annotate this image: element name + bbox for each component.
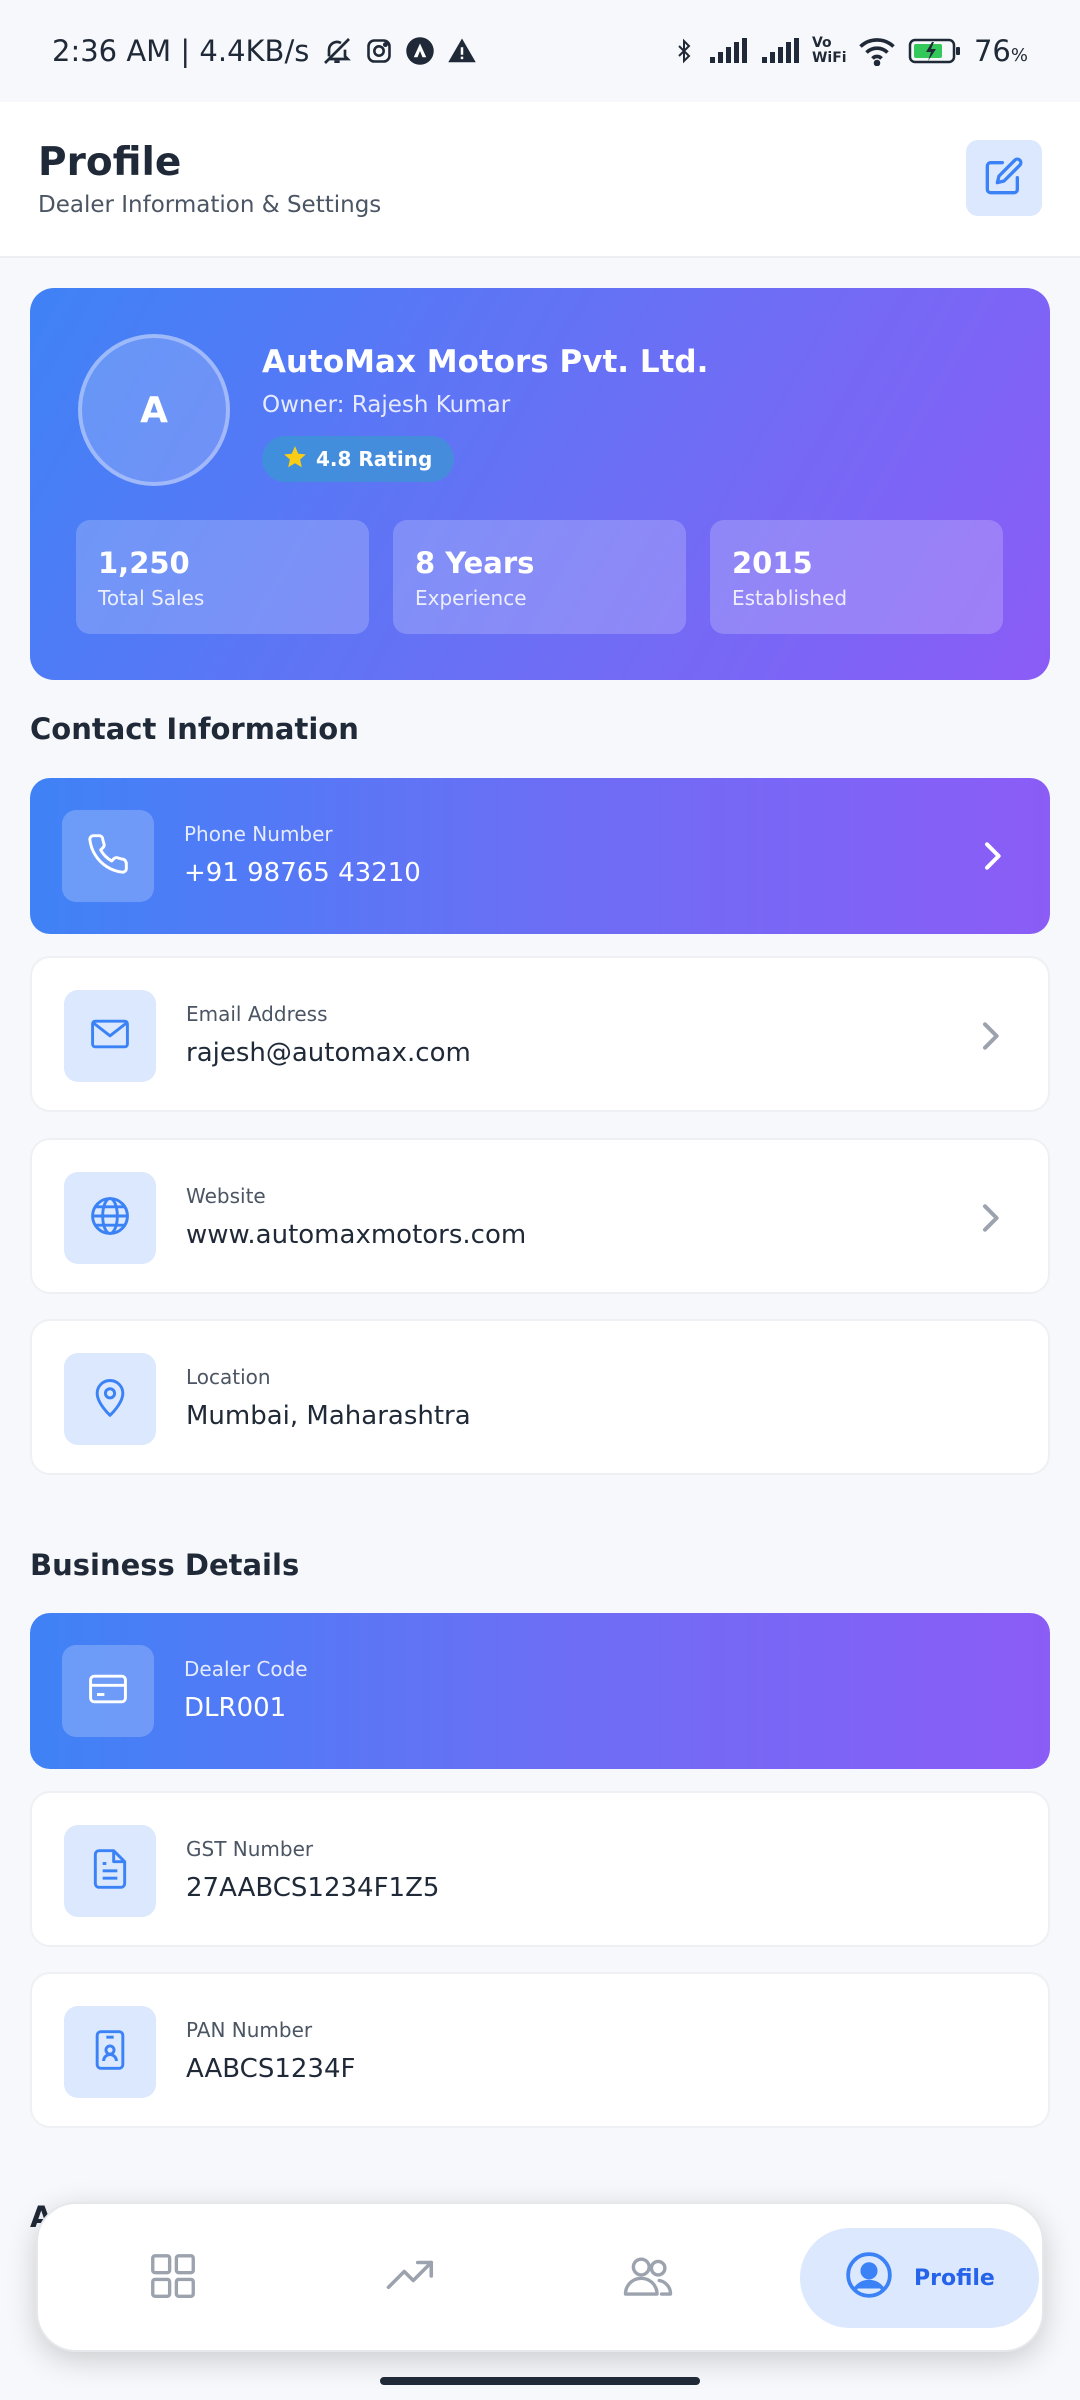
document-icon: [88, 1847, 132, 1895]
nav-dashboard[interactable]: [118, 2228, 228, 2328]
business-dealer-code-card: Dealer Code DLR001: [30, 1613, 1050, 1769]
business-pan-card: PAN Number AABCS1234F: [30, 1972, 1050, 2128]
warning-icon: [447, 36, 477, 66]
contact-website-card[interactable]: Website www.automaxmotors.com: [30, 1138, 1050, 1294]
users-icon: [621, 2249, 675, 2307]
business-label: GST Number: [186, 1837, 314, 1861]
page-header: Profile Dealer Information & Settings: [0, 102, 1080, 258]
location-icon-box: [64, 1353, 156, 1445]
contact-section-title: Contact Information: [30, 712, 359, 746]
contact-value: www.automaxmotors.com: [186, 1220, 527, 1250]
phone-icon: [86, 832, 130, 880]
edit-profile-button[interactable]: [966, 140, 1042, 216]
business-value: DLR001: [184, 1693, 287, 1723]
business-value: AABCS1234F: [186, 2054, 356, 2084]
wifi-icon: [858, 36, 896, 66]
app-notification-icon: [405, 36, 435, 66]
bluetooth-icon: [672, 35, 696, 67]
dealer-owner: Owner: Rajesh Kumar: [262, 392, 511, 418]
contact-location-card: Location Mumbai, Maharashtra: [30, 1319, 1050, 1475]
nav-profile-label: Profile: [914, 2265, 995, 2291]
dealer-summary-card: A AutoMax Motors Pvt. Ltd. Owner: Rajesh…: [30, 288, 1050, 680]
stat-value: 8 Years: [415, 546, 535, 580]
chevron-right-icon: [970, 1196, 1010, 1244]
business-gst-card: GST Number 27AABCS1234F1Z5: [30, 1791, 1050, 1947]
star-icon: [282, 444, 308, 475]
user-circle-icon: [844, 2250, 894, 2306]
chevron-right-icon: [970, 1014, 1010, 1062]
contact-email-card[interactable]: Email Address rajesh@automax.com: [30, 956, 1050, 1112]
contact-phone-card[interactable]: Phone Number +91 98765 43210: [30, 778, 1050, 934]
nav-analytics[interactable]: [356, 2228, 466, 2328]
contact-label: Phone Number: [184, 822, 333, 846]
stat-total-sales: 1,250 Total Sales: [76, 520, 369, 634]
grid-icon: [146, 2249, 200, 2307]
instagram-icon: [365, 37, 393, 65]
mail-icon: [88, 1012, 132, 1060]
contact-value: rajesh@automax.com: [186, 1038, 471, 1068]
avatar: A: [78, 334, 230, 486]
page-title: Profile: [38, 140, 182, 185]
edit-icon: [984, 156, 1024, 200]
business-value: 27AABCS1234F1Z5: [186, 1873, 440, 1903]
credit-card-icon-box: [62, 1645, 154, 1737]
globe-icon: [88, 1194, 132, 1242]
contact-label: Email Address: [186, 1002, 328, 1026]
trend-up-icon: [384, 2249, 438, 2307]
stat-value: 1,250: [98, 546, 190, 580]
bottom-navigation: Profile: [36, 2202, 1044, 2352]
status-time: 2:36 AM | 4.4KB/s: [52, 34, 310, 68]
home-indicator[interactable]: [380, 2377, 700, 2385]
stat-established: 2015 Established: [710, 520, 1003, 634]
phone-icon-box: [62, 810, 154, 902]
stats-row: 1,250 Total Sales 8 Years Experience 201…: [76, 520, 1003, 634]
page-subtitle: Dealer Information & Settings: [38, 192, 382, 218]
mute-icon: [321, 35, 353, 67]
id-card-icon-box: [64, 2006, 156, 2098]
contact-value: Mumbai, Maharashtra: [186, 1401, 471, 1431]
business-section-title: Business Details: [30, 1548, 300, 1582]
id-card-icon: [88, 2028, 132, 2076]
rating-badge: 4.8 Rating: [262, 436, 455, 482]
rating-text: 4.8 Rating: [316, 447, 433, 471]
nav-profile[interactable]: Profile: [800, 2228, 1039, 2328]
contact-value: +91 98765 43210: [184, 858, 421, 888]
stat-experience: 8 Years Experience: [393, 520, 686, 634]
battery-level: 76%: [973, 34, 1028, 68]
mail-icon-box: [64, 990, 156, 1082]
contact-label: Website: [186, 1184, 266, 1208]
nav-customers[interactable]: [593, 2228, 703, 2328]
document-icon-box: [64, 1825, 156, 1917]
battery-icon: [908, 37, 962, 65]
signal-icon-1: [708, 37, 748, 65]
stat-label: Established: [732, 586, 848, 610]
vowifi-label: Vo WiFi: [811, 35, 847, 66]
dealer-name: AutoMax Motors Pvt. Ltd.: [262, 344, 709, 380]
business-label: Dealer Code: [184, 1657, 308, 1681]
credit-card-icon: [86, 1667, 130, 1715]
signal-icon-2: [760, 37, 800, 65]
stat-label: Total Sales: [98, 586, 205, 610]
location-pin-icon: [88, 1375, 132, 1423]
status-bar: 2:36 AM | 4.4KB/s Vo WiFi 76%: [0, 0, 1080, 102]
chevron-right-icon: [972, 834, 1012, 882]
business-label: PAN Number: [186, 2018, 313, 2042]
contact-label: Location: [186, 1365, 271, 1389]
stat-value: 2015: [732, 546, 813, 580]
stat-label: Experience: [415, 586, 527, 610]
globe-icon-box: [64, 1172, 156, 1264]
